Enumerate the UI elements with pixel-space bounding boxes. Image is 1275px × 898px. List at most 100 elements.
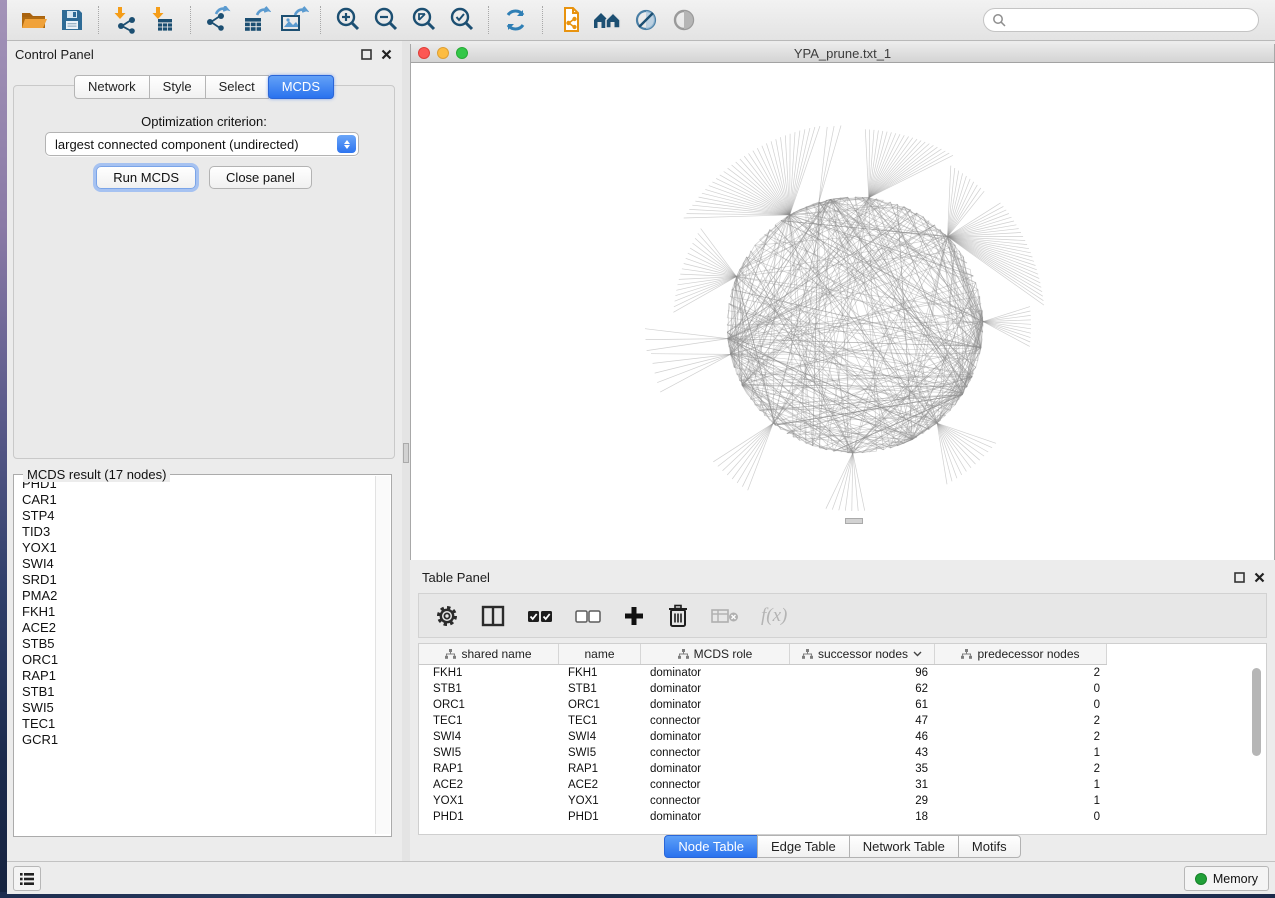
table-cell: 61 — [790, 699, 935, 711]
mcds-result-item[interactable]: SWI5 — [22, 700, 376, 716]
mcds-result-item[interactable]: STB5 — [22, 636, 376, 652]
mcds-list-scrollbar[interactable] — [375, 476, 390, 834]
table-row[interactable]: PHD1PHD1dominator180 — [419, 809, 1266, 825]
show-task-history-button[interactable] — [13, 866, 41, 891]
column-header-mcds-role[interactable]: MCDS role — [641, 644, 790, 664]
tab-select[interactable]: Select — [205, 75, 269, 99]
mcds-result-item[interactable]: PMA2 — [22, 588, 376, 604]
table-cell: SWI5 — [559, 747, 641, 759]
network-canvas[interactable] — [411, 63, 1274, 560]
export-image-icon[interactable] — [277, 4, 311, 36]
deselect-all-icon[interactable] — [575, 609, 601, 623]
mcds-result-item[interactable]: STP4 — [22, 508, 376, 524]
table-row[interactable]: STB1STB1dominator620 — [419, 681, 1266, 697]
zoom-out-icon[interactable] — [369, 4, 403, 36]
zoom-selected-icon[interactable] — [445, 4, 479, 36]
tab-style[interactable]: Style — [149, 75, 206, 99]
float-panel-icon[interactable] — [1234, 572, 1245, 583]
splitter-handle[interactable] — [403, 443, 409, 463]
table-row[interactable]: SWI5SWI5connector431 — [419, 745, 1266, 761]
mcds-result-item[interactable]: ACE2 — [22, 620, 376, 636]
mcds-result-item[interactable]: GCR1 — [22, 732, 376, 748]
mcds-result-item[interactable]: STB1 — [22, 684, 376, 700]
column-header-name[interactable]: name — [559, 644, 641, 664]
mcds-result-item[interactable]: FKH1 — [22, 604, 376, 620]
column-header-successor-nodes[interactable]: successor nodes — [790, 644, 935, 664]
table-cell: TEC1 — [419, 715, 559, 727]
fit-content-icon[interactable] — [407, 4, 441, 36]
show-graphics-details-icon[interactable] — [667, 4, 701, 36]
table-cell: connector — [641, 747, 790, 759]
table-scrollbar[interactable] — [1252, 668, 1263, 828]
sort-desc-icon — [913, 651, 922, 657]
network-window-titlebar[interactable]: YPA_prune.txt_1 — [411, 44, 1274, 63]
mcds-result-title: MCDS result (17 nodes) — [23, 467, 170, 482]
node-table-header: shared namenameMCDS rolesuccessor nodesp… — [419, 644, 1107, 665]
tab-network[interactable]: Network — [74, 75, 150, 99]
mcds-result-item[interactable]: CAR1 — [22, 492, 376, 508]
scrollbar-thumb[interactable] — [1252, 668, 1261, 756]
delete-column-icon[interactable] — [667, 604, 689, 628]
network-view-window: YPA_prune.txt_1 — [410, 44, 1275, 560]
add-column-icon[interactable] — [623, 605, 645, 627]
toolbar-separator — [320, 6, 322, 34]
close-panel-icon[interactable] — [1254, 572, 1265, 583]
zoom-in-icon[interactable] — [331, 4, 365, 36]
settings-gear-icon[interactable] — [435, 604, 459, 628]
table-cell: 62 — [790, 683, 935, 695]
mcds-result-item[interactable]: SRD1 — [22, 572, 376, 588]
mcds-result-item[interactable]: YOX1 — [22, 540, 376, 556]
export-table-icon[interactable] — [239, 4, 273, 36]
vertical-splitter[interactable] — [402, 41, 410, 862]
toolbar-separator — [488, 6, 490, 34]
column-header-shared-name[interactable]: shared name — [419, 644, 559, 664]
table-cell: connector — [641, 795, 790, 807]
show-column-panel-icon[interactable] — [481, 605, 505, 627]
close-panel-icon[interactable] — [381, 49, 392, 60]
table-row[interactable]: RAP1RAP1dominator352 — [419, 761, 1266, 777]
control-panel-titlebar: Control Panel — [7, 41, 402, 67]
mcds-result-item[interactable]: TEC1 — [22, 716, 376, 732]
mcds-result-item[interactable]: RAP1 — [22, 668, 376, 684]
mcds-result-list[interactable]: PHD1CAR1STP4TID3YOX1SWI4SRD1PMA2FKH1ACE2… — [15, 476, 376, 834]
close-panel-button[interactable]: Close panel — [209, 166, 312, 189]
mcds-result-item[interactable]: TID3 — [22, 524, 376, 540]
tab-network-table[interactable]: Network Table — [849, 835, 959, 858]
export-network-icon[interactable] — [201, 4, 235, 36]
table-row[interactable]: ORC1ORC1dominator610 — [419, 697, 1266, 713]
criterion-dropdown[interactable]: largest connected component (undirected) — [45, 132, 359, 156]
criterion-value: largest connected component (undirected) — [46, 137, 337, 152]
horizontal-splitter-handle[interactable] — [845, 518, 863, 524]
hide-graphics-details-icon[interactable] — [629, 4, 663, 36]
toolbar-separator — [98, 6, 100, 34]
new-network-from-selection-icon[interactable] — [553, 4, 587, 36]
float-panel-icon[interactable] — [361, 49, 372, 60]
table-cell: 46 — [790, 731, 935, 743]
open-file-icon[interactable] — [17, 4, 51, 36]
table-cell: RAP1 — [559, 763, 641, 775]
show-all-network-windows-icon[interactable] — [591, 4, 625, 36]
mcds-result-item[interactable]: SWI4 — [22, 556, 376, 572]
import-table-icon[interactable] — [147, 4, 181, 36]
column-header-predecessor-nodes[interactable]: predecessor nodes — [935, 644, 1107, 664]
save-session-icon[interactable] — [55, 4, 89, 36]
run-mcds-button[interactable]: Run MCDS — [96, 166, 196, 189]
table-row[interactable]: ACE2ACE2connector311 — [419, 777, 1266, 793]
search-input[interactable] — [983, 8, 1259, 32]
table-row[interactable]: FKH1FKH1dominator962 — [419, 665, 1266, 681]
import-network-icon[interactable] — [109, 4, 143, 36]
tab-edge-table[interactable]: Edge Table — [757, 835, 850, 858]
table-cell: 2 — [935, 731, 1107, 743]
select-all-icon[interactable] — [527, 609, 553, 623]
tab-node-table[interactable]: Node Table — [664, 835, 758, 858]
memory-button[interactable]: Memory — [1184, 866, 1269, 891]
tab-mcds[interactable]: MCDS — [268, 75, 334, 99]
table-row[interactable]: TEC1TEC1connector472 — [419, 713, 1266, 729]
table-row[interactable]: YOX1YOX1connector291 — [419, 793, 1266, 809]
mcds-result-item[interactable]: ORC1 — [22, 652, 376, 668]
refresh-layout-icon[interactable] — [499, 4, 533, 36]
tab-motifs[interactable]: Motifs — [958, 835, 1021, 858]
node-table[interactable]: shared namenameMCDS rolesuccessor nodesp… — [418, 643, 1267, 835]
table-row[interactable]: SWI4SWI4dominator462 — [419, 729, 1266, 745]
network-graph[interactable] — [411, 63, 1274, 560]
